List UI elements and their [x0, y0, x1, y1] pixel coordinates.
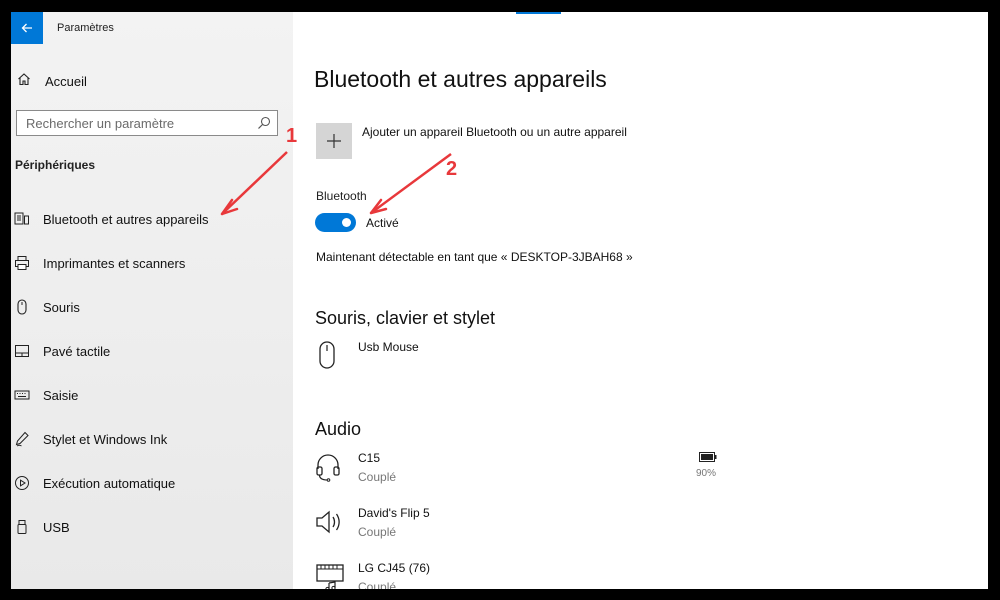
- sidebar-item-label: Bluetooth et autres appareils: [43, 212, 209, 227]
- headset-icon: [316, 454, 340, 482]
- bluetooth-devices-icon: [14, 212, 29, 225]
- app-title: Paramètres: [57, 22, 114, 34]
- home-icon: [18, 73, 30, 86]
- sidebar: Paramètres Accueil Rechercher un paramèt…: [11, 12, 293, 589]
- search-input[interactable]: Rechercher un paramètre: [16, 110, 278, 136]
- plus-icon: [327, 134, 341, 148]
- sidebar-item-label: USB: [43, 520, 70, 535]
- media-device-icon: [316, 564, 344, 589]
- device-c15[interactable]: C15 Couplé: [315, 451, 735, 491]
- sidebar-item-label: Stylet et Windows Ink: [43, 432, 168, 447]
- section-audio: Audio: [315, 419, 362, 439]
- battery-percent: 90%: [696, 468, 717, 479]
- sidebar-item-label: Souris: [43, 300, 80, 315]
- bluetooth-label: Bluetooth: [316, 189, 367, 203]
- bluetooth-toggle[interactable]: [315, 213, 356, 232]
- title-bar: Paramètres: [11, 12, 293, 44]
- sidebar-item-autoplay[interactable]: Exécution automatique: [11, 468, 293, 498]
- device-name: C15: [358, 451, 381, 465]
- main-content: Bluetooth et autres appareils Ajouter un…: [293, 12, 988, 589]
- section-title: Périphériques: [15, 158, 96, 172]
- sidebar-item-touchpad[interactable]: Pavé tactile: [11, 336, 293, 366]
- printer-icon: [15, 256, 29, 270]
- sidebar-item-mouse[interactable]: Souris: [11, 292, 293, 322]
- sidebar-item-label: Pavé tactile: [43, 344, 111, 359]
- device-davids-flip-5[interactable]: David's Flip 5 Couplé: [315, 506, 735, 546]
- sidebar-item-label: Exécution automatique: [43, 476, 176, 491]
- sidebar-item-printers[interactable]: Imprimantes et scanners: [11, 248, 293, 278]
- add-device-button[interactable]: [316, 123, 352, 159]
- sidebar-item-pen[interactable]: Stylet et Windows Ink: [11, 424, 293, 454]
- search-icon: [258, 116, 271, 129]
- page-title: Bluetooth et autres appareils: [314, 66, 607, 92]
- device-name: LG CJ45 (76): [358, 561, 431, 575]
- sidebar-item-label: Imprimantes et scanners: [43, 256, 186, 271]
- keyboard-icon: [14, 390, 30, 400]
- add-device-label[interactable]: Ajouter un appareil Bluetooth ou un autr…: [362, 125, 627, 139]
- mouse-icon: [319, 341, 335, 369]
- device-name: David's Flip 5: [358, 506, 430, 520]
- device-status: Couplé: [358, 525, 397, 539]
- sidebar-item-label: Accueil: [45, 74, 87, 89]
- autoplay-icon: [15, 476, 29, 490]
- discoverable-text: Maintenant détectable en tant que « DESK…: [316, 250, 633, 264]
- annotation-number-2: 2: [446, 158, 458, 180]
- sidebar-item-typing[interactable]: Saisie: [11, 380, 293, 410]
- device-usb-mouse[interactable]: Usb Mouse: [315, 340, 735, 380]
- window-accent-bar: [516, 12, 561, 14]
- section-mouse-keyboard-pen: Souris, clavier et stylet: [315, 308, 496, 328]
- sidebar-item-usb[interactable]: USB: [11, 512, 293, 542]
- device-status: Couplé: [358, 580, 397, 589]
- device-lg-cj45[interactable]: LG CJ45 (76) Couplé: [315, 561, 735, 589]
- settings-window: Paramètres Accueil Rechercher un paramèt…: [11, 12, 988, 589]
- annotation-number-1: 1: [286, 125, 298, 147]
- touchpad-icon: [15, 345, 29, 357]
- search-placeholder: Rechercher un paramètre: [26, 116, 175, 131]
- speaker-icon: [316, 510, 340, 534]
- back-button[interactable]: [11, 12, 43, 44]
- toggle-knob: [342, 218, 351, 227]
- device-status: Couplé: [358, 470, 397, 484]
- usb-icon: [17, 520, 27, 534]
- device-name: Usb Mouse: [358, 340, 419, 354]
- pen-icon: [15, 431, 29, 447]
- sidebar-item-home[interactable]: Accueil: [11, 68, 293, 94]
- sidebar-item-label: Saisie: [43, 388, 79, 403]
- battery-icon: [699, 452, 717, 462]
- sidebar-item-bluetooth[interactable]: Bluetooth et autres appareils: [11, 204, 293, 234]
- bluetooth-state: Activé: [366, 216, 399, 230]
- mouse-icon: [17, 299, 27, 315]
- back-arrow-icon: [21, 23, 32, 33]
